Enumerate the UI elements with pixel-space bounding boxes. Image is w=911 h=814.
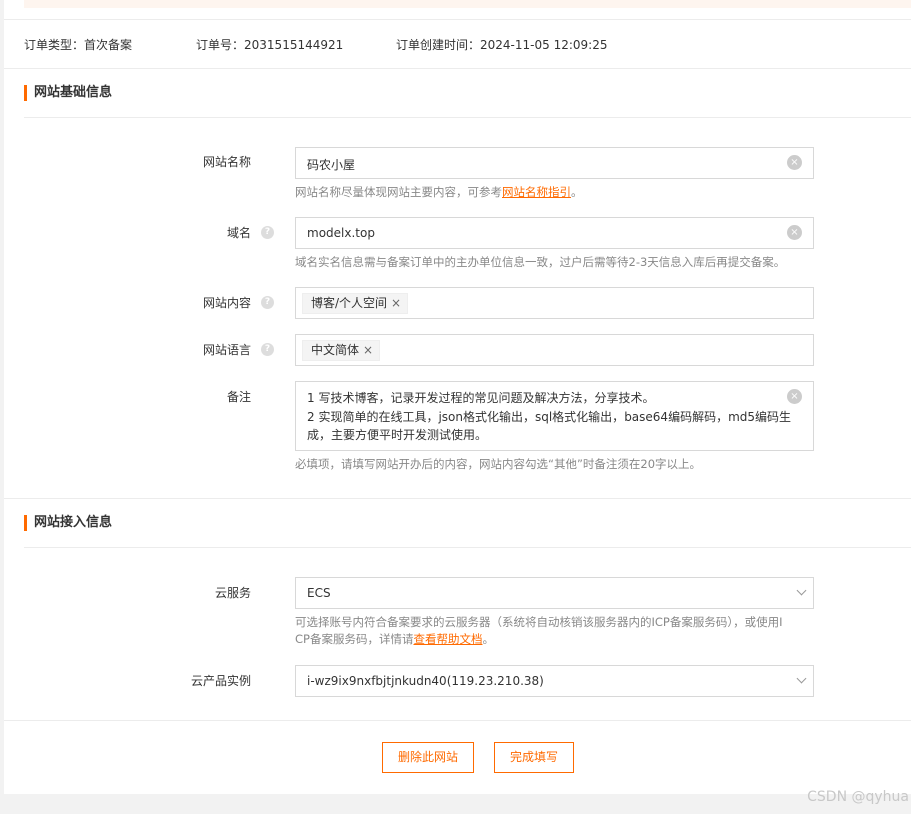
divider xyxy=(24,117,911,118)
memo-line: 成，主要方便平时开发测试使用。 xyxy=(307,428,488,442)
site-content-label: 网站内容 xyxy=(202,296,251,310)
site-language-tag: 中文简体 × xyxy=(302,340,381,361)
cloud-service-value: ECS xyxy=(307,586,331,600)
chevron-down-icon xyxy=(796,673,807,684)
help-icon[interactable]: ? xyxy=(261,226,274,239)
memo-line: 2 实现简单的在线工具，json格式化输出，sql格式化输出，base64编码解… xyxy=(307,410,792,424)
chevron-down-icon xyxy=(796,585,807,596)
order-created: 订单创建时间：2024-11-05 12:09:25 xyxy=(396,36,607,53)
watermark: CSDN @qyhua xyxy=(807,789,909,805)
order-number: 订单号：2031515144921 xyxy=(196,36,343,53)
cloud-hint-line: 可选择账号内符合备案要求的云服务器（系统将自动核销该服务器内的ICP备案服务码）… xyxy=(295,615,783,629)
site-name-input[interactable]: 码农小屋 × xyxy=(295,147,814,179)
domain-label: 域名 xyxy=(226,226,251,240)
site-name-label: 网站名称 xyxy=(202,155,251,169)
cloud-instance-select[interactable]: i-wz9ix9nxfbjtjnkudn40(119.23.210.38) xyxy=(295,665,814,697)
help-doc-link[interactable]: 查看帮助文档 xyxy=(413,632,482,646)
cloud-service-label: 云服务 xyxy=(214,586,251,600)
help-icon[interactable]: ? xyxy=(261,343,274,356)
main-panel: 订单类型：首次备案 订单号：2031515144921 订单创建时间：2024-… xyxy=(4,0,911,794)
clear-icon[interactable]: × xyxy=(787,155,802,170)
site-content-tag: 博客/个人空间 × xyxy=(302,293,409,314)
cloud-hint-suffix: 。 xyxy=(482,632,494,646)
site-name-hint-suffix: 。 xyxy=(571,185,583,199)
domain-input[interactable]: modelx.top × xyxy=(295,217,814,249)
memo-label: 备注 xyxy=(226,390,251,404)
divider xyxy=(24,547,911,548)
domain-value: modelx.top xyxy=(307,226,375,240)
order-number-value: 2031515144921 xyxy=(244,38,344,52)
tag-remove-icon[interactable]: × xyxy=(391,296,401,310)
divider xyxy=(4,720,911,721)
domain-hint: 域名实名信息需与备案订单中的主办单位信息一致，过户后需等待2-3天信息入库后再提… xyxy=(295,255,786,269)
site-content-select[interactable]: 博客/个人空间 × xyxy=(295,287,814,319)
delete-site-button[interactable]: 删除此网站 xyxy=(382,742,474,773)
site-language-select[interactable]: 中文简体 × xyxy=(295,334,814,366)
cloud-instance-value: i-wz9ix9nxfbjtjnkudn40(119.23.210.38) xyxy=(307,674,544,688)
order-type-value: 首次备案 xyxy=(84,38,133,52)
site-content-tag-label: 博客/个人空间 xyxy=(311,296,388,310)
site-language-label: 网站语言 xyxy=(202,343,251,357)
order-type-label: 订单类型： xyxy=(24,38,85,52)
tag-remove-icon[interactable]: × xyxy=(363,343,373,357)
site-language-tag-label: 中文简体 xyxy=(311,343,360,357)
finish-button[interactable]: 完成填写 xyxy=(494,742,574,773)
memo-textarea[interactable]: 1 写技术博客，记录开发过程的常见问题及解决方法，分享技术。 2 实现简单的在线… xyxy=(295,381,814,451)
order-number-label: 订单号： xyxy=(196,38,245,52)
clear-icon[interactable]: × xyxy=(787,389,802,404)
order-created-label: 订单创建时间： xyxy=(396,38,481,52)
order-type: 订单类型：首次备案 xyxy=(24,36,132,53)
cloud-instance-label: 云产品实例 xyxy=(190,674,251,688)
notice-banner xyxy=(24,0,911,8)
cloud-hint-line: CP备案服务码，详情请查看帮助文档。 xyxy=(295,631,815,648)
site-name-hint: 网站名称尽量体现网站主要内容，可参考网站名称指引。 xyxy=(295,184,583,201)
site-name-guide-link[interactable]: 网站名称指引 xyxy=(502,185,571,199)
cloud-service-select[interactable]: ECS xyxy=(295,577,814,609)
section-title-site-access: 网站接入信息 xyxy=(24,515,112,531)
order-created-value: 2024-11-05 12:09:25 xyxy=(480,38,608,52)
memo-hint: 必填项，请填写网站开办后的内容，网站内容勾选“其他”时备注须在20字以上。 xyxy=(295,457,702,471)
divider xyxy=(4,498,911,499)
memo-line: 1 写技术博客，记录开发过程的常见问题及解决方法，分享技术。 xyxy=(307,391,655,405)
cloud-hint-text: CP备案服务码，详情请 xyxy=(295,632,414,646)
site-name-hint-text: 网站名称尽量体现网站主要内容，可参考 xyxy=(295,185,502,199)
clear-icon[interactable]: × xyxy=(787,225,802,240)
cloud-service-hint: 可选择账号内符合备案要求的云服务器（系统将自动核销该服务器内的ICP备案服务码）… xyxy=(295,614,815,648)
help-icon[interactable]: ? xyxy=(261,296,274,309)
site-name-value: 码农小屋 xyxy=(307,158,356,172)
section-title-site-basic: 网站基础信息 xyxy=(24,85,112,101)
divider xyxy=(4,68,911,69)
divider xyxy=(4,19,911,20)
